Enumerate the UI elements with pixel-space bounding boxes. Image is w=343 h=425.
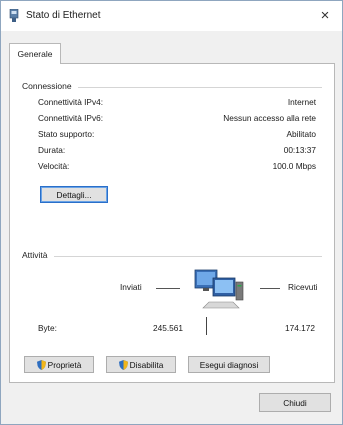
diagnose-button[interactable]: Esegui diagnosi bbox=[188, 356, 270, 373]
properties-button[interactable]: Proprietà bbox=[24, 356, 94, 373]
row-ipv6: Connettività IPv6: Nessun accesso alla r… bbox=[38, 113, 316, 125]
speed-value: 100.0 Mbps bbox=[272, 161, 316, 171]
activity-group-title: Attività bbox=[22, 250, 54, 260]
bytes-received-value: 174.172 bbox=[285, 323, 315, 333]
ethernet-icon bbox=[9, 9, 19, 22]
speed-label: Velocità: bbox=[38, 161, 70, 171]
close-button[interactable]: Chiudi bbox=[259, 393, 331, 412]
row-ipv4: Connettività IPv4: Internet bbox=[38, 97, 316, 109]
tab-generale[interactable]: Generale bbox=[9, 43, 61, 64]
activity-divider bbox=[22, 256, 322, 257]
ipv6-value: Nessun accesso alla rete bbox=[223, 113, 316, 123]
bytes-label: Byte: bbox=[38, 323, 57, 333]
details-button-label: Dettagli... bbox=[56, 189, 92, 200]
duration-value: 00:13:37 bbox=[283, 145, 316, 155]
details-button[interactable]: Dettagli... bbox=[40, 186, 108, 203]
properties-button-label: Proprietà bbox=[47, 359, 82, 370]
bytes-sent-value: 245.561 bbox=[153, 323, 183, 333]
duration-label: Durata: bbox=[38, 145, 66, 155]
dialog-body: Generale Connessione Connettività IPv4: … bbox=[1, 31, 342, 424]
ethernet-status-window: Stato di Ethernet × Generale Connessione… bbox=[0, 0, 343, 425]
close-icon: × bbox=[320, 6, 330, 24]
row-duration: Durata: 00:13:37 bbox=[38, 145, 316, 157]
received-label: Ricevuti bbox=[288, 282, 318, 292]
media-state-value: Abilitato bbox=[286, 129, 316, 139]
shield-icon bbox=[118, 359, 128, 370]
connection-group-title: Connessione bbox=[22, 81, 78, 91]
close-button-label: Chiudi bbox=[283, 397, 307, 408]
close-window-button[interactable]: × bbox=[310, 3, 340, 27]
sent-label: Inviati bbox=[120, 282, 142, 292]
disable-button-label: Disabilita bbox=[129, 359, 164, 370]
ipv4-value: Internet bbox=[287, 97, 316, 107]
ipv4-label: Connettività IPv4: bbox=[38, 97, 104, 107]
ipv6-label: Connettività IPv6: bbox=[38, 113, 104, 123]
diagnose-button-label: Esegui diagnosi bbox=[199, 359, 259, 370]
network-computers-icon bbox=[194, 269, 244, 309]
media-state-label: Stato supporto: bbox=[38, 129, 95, 139]
title-bar: Stato di Ethernet × bbox=[1, 1, 342, 31]
disable-button[interactable]: Disabilita bbox=[106, 356, 176, 373]
bytes-separator bbox=[206, 317, 207, 335]
tab-panel-generale: Connessione Connettività IPv4: Internet … bbox=[9, 63, 335, 383]
sent-line bbox=[156, 288, 180, 289]
row-media-state: Stato supporto: Abilitato bbox=[38, 129, 316, 141]
row-speed: Velocità: 100.0 Mbps bbox=[38, 161, 316, 173]
tab-label: Generale bbox=[17, 49, 53, 59]
shield-icon bbox=[36, 359, 46, 370]
received-line bbox=[260, 288, 280, 289]
window-title: Stato di Ethernet bbox=[26, 10, 101, 21]
